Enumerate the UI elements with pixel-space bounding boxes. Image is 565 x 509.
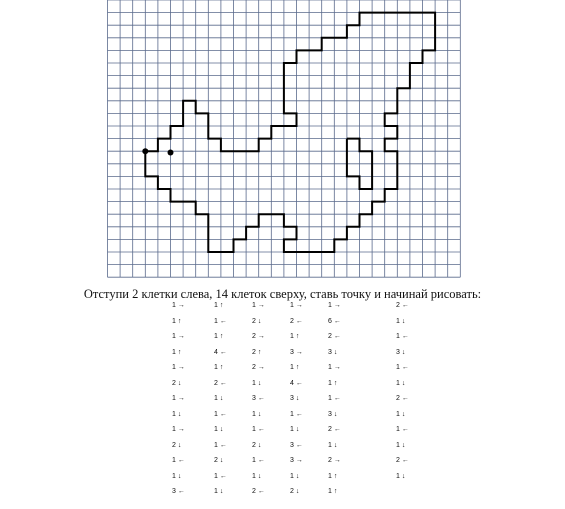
step-cell: 1 ↓ bbox=[214, 488, 224, 495]
step-cell: 1 ← bbox=[290, 410, 303, 418]
step-cell: 1 ↓ bbox=[290, 472, 300, 480]
step-cell: 1 → bbox=[172, 364, 185, 371]
step-cell: 1 → bbox=[172, 302, 185, 309]
step-cell: 1 ↑ bbox=[214, 364, 224, 371]
step-cell: 3 ↓ bbox=[290, 395, 300, 402]
step-cell: 2 ← bbox=[252, 488, 265, 495]
step-cell: 1 ↓ bbox=[396, 317, 406, 325]
step-cell: 1 ← bbox=[328, 395, 341, 402]
step-cell: 1 → bbox=[328, 302, 341, 309]
step-cell: 1 ↓ bbox=[396, 472, 406, 480]
step-cell: 2 → bbox=[252, 333, 265, 340]
step-cell: 2 ← bbox=[328, 333, 341, 340]
step-cell: 3 ← bbox=[172, 488, 185, 495]
step-cell: 1 ↓ bbox=[328, 441, 338, 449]
step-cell: 1 ← bbox=[396, 364, 409, 371]
step-cell: 1 ← bbox=[214, 317, 227, 325]
step-cell: 4 ← bbox=[214, 348, 227, 356]
step-cell: 1 ↓ bbox=[252, 410, 262, 418]
step-cell: 1 ← bbox=[252, 426, 265, 433]
step-cell: 1 ← bbox=[396, 333, 409, 340]
step-cell: 1 → bbox=[290, 302, 303, 309]
steps-table: 1 → 1 ↑ 1 → 1 → 1 → 2 ← 1 ↑ 1 ← 2 ↓ 2 ← 6 ← 1 ↓ 1 → 1… bbox=[172, 301, 432, 501]
step-cell: 1 ↓ bbox=[290, 426, 300, 433]
step-cell: 2 ← bbox=[396, 395, 409, 402]
step-cell: 1 ← bbox=[214, 441, 227, 449]
step-cell: 1 ↓ bbox=[396, 379, 406, 387]
step-cell: 1 → bbox=[172, 333, 185, 340]
step-cell: 1 ↓ bbox=[172, 410, 182, 418]
step-cell: 1 ↑ bbox=[328, 488, 338, 495]
step-cell: 1 ← bbox=[252, 457, 265, 464]
step-cell: 1 ↑ bbox=[172, 348, 182, 356]
step-cell: 2 ↓ bbox=[172, 441, 182, 449]
step-cell: 1 ↓ bbox=[214, 395, 224, 402]
step-cell: 2 ↑ bbox=[252, 348, 262, 356]
step-cell: 3 → bbox=[290, 348, 303, 356]
step-cell: 1 ← bbox=[214, 410, 227, 418]
step-cell: 3 → bbox=[290, 457, 303, 464]
eye-dot bbox=[167, 149, 174, 156]
step-cell: 2 ↓ bbox=[214, 457, 224, 464]
step-cell: 2 ↓ bbox=[290, 488, 300, 495]
step-cell: 1 ↓ bbox=[252, 472, 262, 480]
step-cell: 1 ↑ bbox=[328, 379, 338, 387]
step-cell: 1 ↓ bbox=[396, 410, 406, 418]
step-cell: 2 ← bbox=[396, 302, 409, 309]
step-cell: 1 ↓ bbox=[214, 426, 224, 433]
step-cell: 2 ← bbox=[396, 457, 409, 464]
step-cell: 3 ↓ bbox=[328, 410, 338, 418]
step-cell: 2 ← bbox=[328, 426, 341, 433]
step-cell: 1 ↑ bbox=[214, 302, 224, 309]
step-cell: 2 → bbox=[252, 364, 265, 371]
step-cell: 2 ← bbox=[290, 317, 303, 325]
step-cell: 1 ← bbox=[172, 457, 185, 464]
step-cell: 1 ↓ bbox=[396, 441, 406, 449]
step-cell: 1 ← bbox=[396, 426, 409, 433]
step-cell: 2 ↓ bbox=[252, 317, 262, 325]
step-cell: 3 ↓ bbox=[396, 348, 406, 356]
step-cell: 2 → bbox=[328, 457, 341, 464]
step-cell: 1 ↑ bbox=[290, 333, 300, 340]
grid-drawing bbox=[107, 0, 461, 278]
step-cell: 1 → bbox=[172, 395, 185, 402]
step-cell: 3 ↓ bbox=[328, 348, 338, 356]
step-cell: 1 ↑ bbox=[172, 317, 182, 325]
step-cell: 1 ↑ bbox=[328, 472, 338, 480]
start-dot bbox=[142, 148, 149, 155]
step-cell: 1 ← bbox=[214, 472, 227, 480]
step-cell: 1 ↑ bbox=[290, 364, 300, 371]
step-cell: 2 ↓ bbox=[252, 441, 262, 449]
step-cell: 1 ↑ bbox=[214, 333, 224, 340]
step-cell: 2 ↓ bbox=[172, 379, 182, 387]
step-cell: 3 ← bbox=[252, 395, 265, 402]
step-cell: 3 ← bbox=[290, 441, 303, 449]
step-cell: 6 ← bbox=[328, 317, 341, 325]
step-cell: 1 ↓ bbox=[252, 379, 262, 387]
step-cell: 4 ← bbox=[290, 379, 303, 387]
step-cell: 1 → bbox=[328, 364, 341, 371]
step-cell: 1 → bbox=[252, 302, 265, 309]
step-cell: 1 ↓ bbox=[172, 472, 182, 480]
instruction-text: Отступи 2 клетки слева, 14 клеток сверху… bbox=[83, 287, 482, 301]
squirrel-outline bbox=[144, 11, 437, 253]
step-cell: 2 ← bbox=[214, 379, 227, 387]
step-cell: 1 → bbox=[172, 426, 185, 433]
